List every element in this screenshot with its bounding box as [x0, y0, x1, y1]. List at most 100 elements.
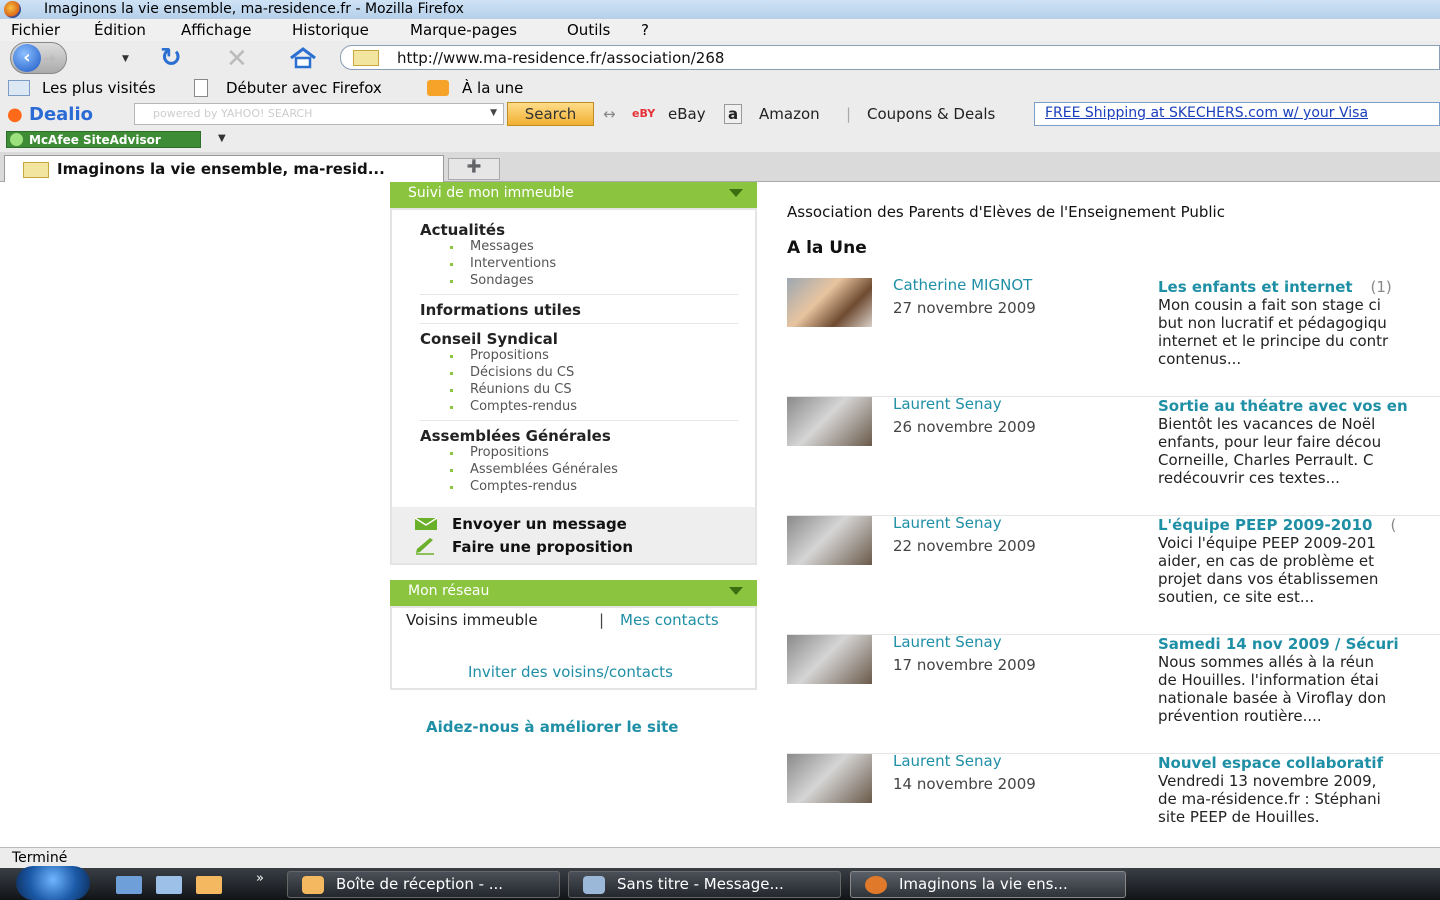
post-author[interactable]: Laurent Senay	[893, 395, 1002, 413]
coupons-link[interactable]: Coupons & Deals	[867, 105, 995, 123]
taskbar-item-firefox[interactable]: Imaginons la vie ens...	[850, 871, 1126, 898]
association-name: Association des Parents d'Elèves de l'En…	[787, 203, 1225, 221]
menu-edition[interactable]: Édition	[94, 21, 146, 39]
tab-separator: |	[599, 611, 605, 629]
quicklaunch-overflow[interactable]: »	[256, 871, 264, 886]
section-informations-utiles[interactable]: Informations utiles	[420, 301, 581, 319]
bookmark-most-visited[interactable]: Les plus visités	[42, 79, 156, 97]
avatar[interactable]	[787, 397, 872, 446]
stop-icon[interactable]: ✕	[226, 44, 248, 74]
bookmark-a-la-une[interactable]: À la une	[462, 79, 523, 97]
link-cs-reunions[interactable]: Réunions du CS	[450, 382, 572, 397]
post-title[interactable]: Nouvel espace collaboratif	[1158, 754, 1401, 772]
panel-title: Mon réseau	[408, 583, 490, 599]
panel-header-building[interactable]: Suivi de mon immeuble	[390, 182, 757, 208]
post-excerpt: Nous sommes allés à la réun de Houilles.…	[1158, 653, 1387, 725]
search-dropdown-icon[interactable]: ▼	[490, 108, 497, 118]
post-title[interactable]: Sortie au théatre avec vos en	[1158, 397, 1426, 415]
section-assemblees-generales[interactable]: Assemblées Générales	[420, 427, 611, 445]
post-author[interactable]: Laurent Senay	[893, 633, 1002, 651]
divider	[420, 294, 738, 295]
panel-title: Suivi de mon immeuble	[408, 185, 574, 201]
address-bar[interactable]: http://www.ma-residence.fr/association/2…	[340, 45, 1440, 70]
link-sondages[interactable]: Sondages	[450, 273, 534, 288]
toolbar-divider: |	[846, 105, 852, 123]
switch-windows-icon[interactable]	[156, 876, 182, 894]
link-interventions[interactable]: Interventions	[449, 256, 556, 271]
post-title[interactable]: Les enfants et internet (1)	[1158, 278, 1392, 296]
taskbar: » Boîte de réception - ... Sans titre - …	[0, 866, 1440, 900]
site-favicon-icon	[353, 50, 379, 66]
send-message-link[interactable]: Envoyer un message	[452, 515, 627, 533]
link-ag-propositions[interactable]: Propositions	[450, 445, 549, 460]
status-text: Terminé	[12, 850, 68, 866]
link-cs-comptes-rendus[interactable]: Comptes-rendus	[449, 399, 577, 414]
tab-active[interactable]: Imaginons la vie ensemble, ma-resid...	[4, 155, 444, 182]
post-item: Laurent Senay 26 novembre 2009 Sortie au…	[787, 395, 1440, 516]
chevron-down-icon[interactable]	[729, 587, 743, 595]
actions-box: Envoyer un message Faire une proposition	[392, 507, 755, 563]
taskbar-item-mail[interactable]: Boîte de réception - ...	[287, 871, 560, 898]
post-author[interactable]: Laurent Senay	[893, 514, 1002, 532]
bookmark-getting-started[interactable]: Débuter avec Firefox	[226, 79, 382, 97]
link-ag-comptes-rendus[interactable]: Comptes-rendus	[449, 479, 577, 494]
yahoo-search-input[interactable]: powered by YAHOO! SEARCH ▼	[134, 103, 504, 125]
post-item: Catherine MIGNOT 27 novembre 2009 Les en…	[787, 276, 1440, 397]
tab-voisins-immeuble[interactable]: Voisins immeuble	[406, 611, 538, 629]
bookmarks-toolbar: Les plus visités Débuter avec Firefox À …	[0, 76, 1440, 100]
menu-affichage[interactable]: Affichage	[181, 21, 251, 39]
avatar[interactable]	[787, 516, 872, 565]
promo-ticker-link[interactable]: FREE Shipping at SKECHERS.com w/ your Vi…	[1034, 102, 1440, 126]
start-button[interactable]	[16, 866, 90, 900]
avatar[interactable]	[787, 635, 872, 684]
panel-header-network[interactable]: Mon réseau	[390, 580, 757, 606]
tab-mes-contacts[interactable]: Mes contacts	[620, 611, 719, 629]
menu-fichier[interactable]: Fichier	[11, 21, 60, 39]
mail-icon[interactable]	[196, 876, 222, 894]
section-conseil-syndical[interactable]: Conseil Syndical	[420, 330, 558, 348]
menu-outils[interactable]: Outils	[567, 21, 610, 39]
home-icon[interactable]	[287, 47, 319, 69]
taskbar-item-message[interactable]: Sans titre - Message...	[568, 871, 841, 898]
post-author[interactable]: Laurent Senay	[893, 752, 1002, 770]
back-arrow-icon[interactable]: ‹	[13, 44, 41, 72]
url-text[interactable]: http://www.ma-residence.fr/association/2…	[397, 49, 724, 67]
mcafee-dropdown-icon[interactable]: ▼	[218, 133, 226, 144]
section-actualites[interactable]: Actualités	[420, 221, 505, 239]
improve-site-link[interactable]: Aidez-nous à améliorer le site	[426, 718, 678, 736]
tab-favicon-icon	[23, 162, 49, 178]
avatar[interactable]	[787, 278, 872, 327]
link-messages[interactable]: Messages	[450, 239, 534, 254]
search-button[interactable]: Search	[507, 102, 594, 126]
link-ag-assemblees[interactable]: Assemblées Générales	[450, 462, 618, 477]
mcafee-siteadvisor-button[interactable]: McAfee SiteAdvisor	[6, 131, 201, 148]
status-bar: Terminé	[0, 847, 1440, 868]
back-forward-buttons[interactable]: ‹ ➜	[10, 42, 67, 74]
dealio-toolbar: ● Dealio powered by YAHOO! SEARCH ▼ Sear…	[0, 100, 1440, 128]
post-item: Laurent Senay 22 novembre 2009 L'équipe …	[787, 514, 1440, 635]
post-author[interactable]: Catherine MIGNOT	[893, 276, 1032, 294]
menu-historique[interactable]: Historique	[292, 21, 369, 39]
menu-help[interactable]: ?	[641, 21, 649, 39]
toolbar-resize-icon[interactable]: ↔	[603, 105, 616, 123]
menu-marque-pages[interactable]: Marque-pages	[410, 21, 517, 39]
invite-contacts-link[interactable]: Inviter des voisins/contacts	[468, 663, 673, 681]
message-app-icon	[583, 876, 605, 894]
history-dropdown-icon[interactable]: ▼	[122, 54, 129, 64]
dealio-logo: ● Dealio	[7, 104, 94, 125]
link-cs-propositions[interactable]: Propositions	[450, 348, 549, 363]
avatar[interactable]	[787, 754, 872, 803]
chevron-down-icon[interactable]	[729, 189, 743, 197]
forward-arrow-icon[interactable]: ➜	[43, 49, 56, 68]
ebay-link[interactable]: eBay	[668, 105, 706, 123]
make-proposal-link[interactable]: Faire une proposition	[452, 538, 633, 556]
new-tab-button[interactable]: ➕	[448, 158, 500, 180]
amazon-link[interactable]: Amazon	[759, 105, 820, 123]
link-cs-decisions[interactable]: Décisions du CS	[449, 365, 574, 380]
post-title[interactable]: L'équipe PEEP 2009-2010(	[1158, 516, 1396, 534]
network-panel: Voisins immeuble | Mes contacts Inviter …	[390, 606, 757, 690]
post-title[interactable]: Samedi 14 nov 2009 / Sécuri	[1158, 635, 1417, 653]
reload-icon[interactable]: ↻	[160, 43, 182, 73]
post-date: 27 novembre 2009	[893, 299, 1036, 317]
show-desktop-icon[interactable]	[116, 876, 142, 894]
